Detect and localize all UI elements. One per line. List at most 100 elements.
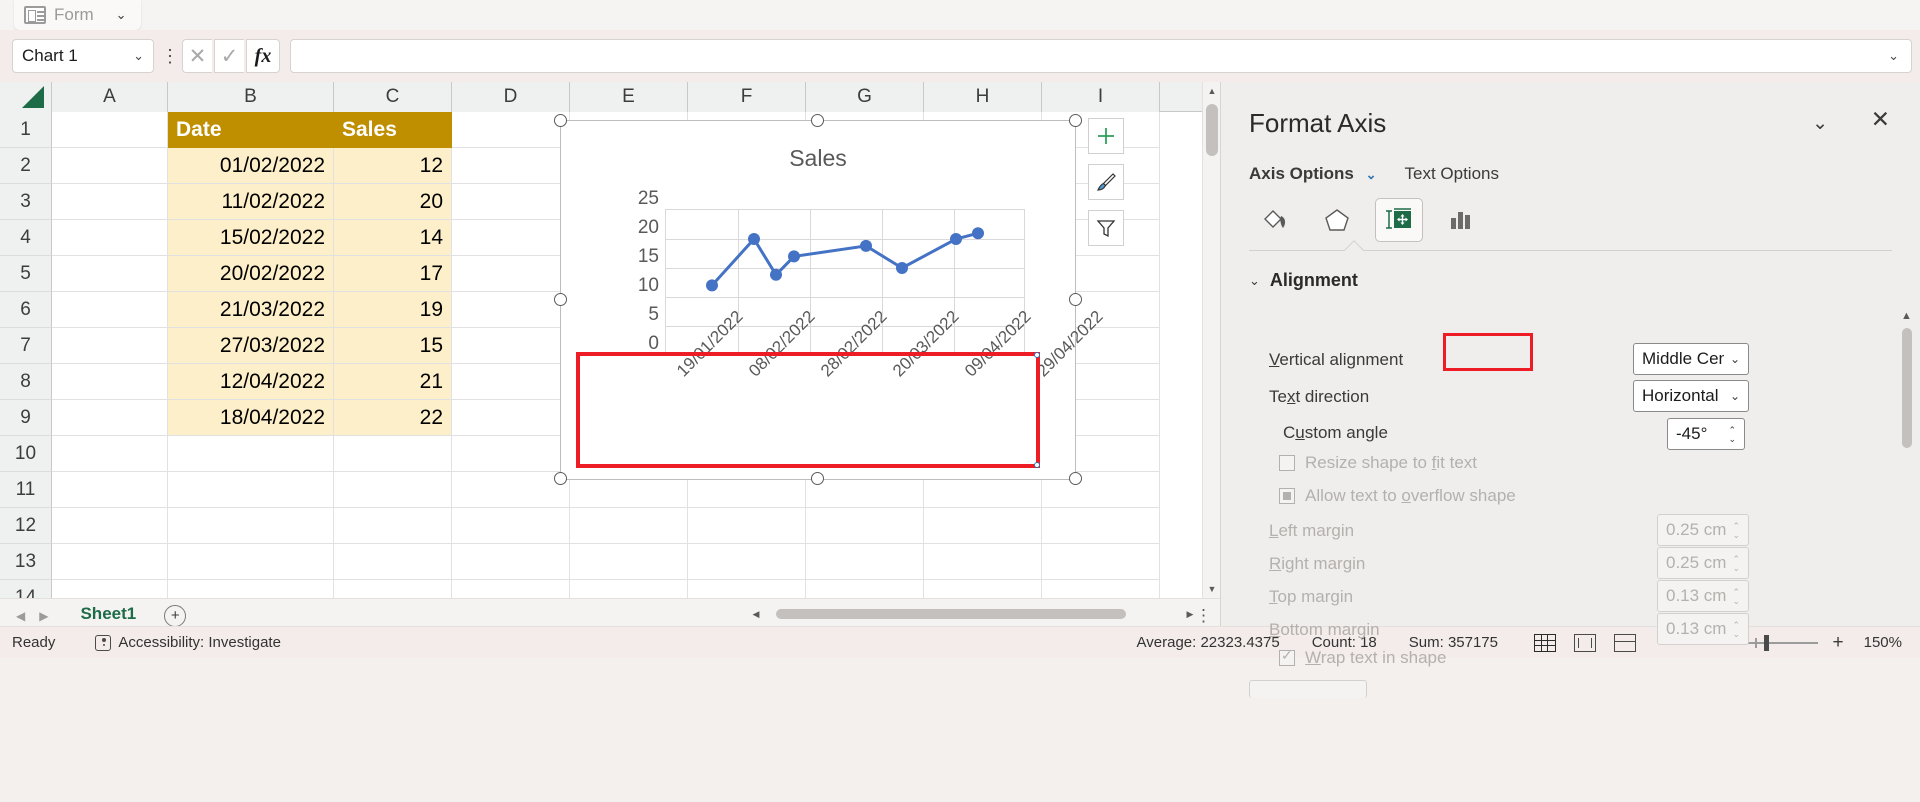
- add-sheet-button[interactable]: +: [164, 604, 187, 627]
- zoom-level-label[interactable]: 150%: [1858, 634, 1902, 651]
- chart-y-axis-labels[interactable]: 25 20 15 10 5 0: [617, 188, 659, 364]
- cell-C14[interactable]: [334, 580, 452, 598]
- cell-C11[interactable]: [334, 472, 452, 508]
- column-header-D[interactable]: D: [452, 82, 570, 112]
- formula-input[interactable]: ⌄: [290, 39, 1912, 73]
- chevron-down-icon[interactable]: ⌄: [1888, 48, 1899, 64]
- cell-G14[interactable]: [806, 580, 924, 598]
- cell-B2[interactable]: 01/02/2022: [168, 148, 334, 184]
- column-header-C[interactable]: C: [334, 82, 452, 112]
- zoom-in-button[interactable]: +: [1830, 632, 1846, 654]
- pane-inner-scrollbar[interactable]: ▲: [1900, 310, 1914, 680]
- cancel-icon[interactable]: ✕: [182, 39, 212, 73]
- column-header-I[interactable]: I: [1042, 82, 1160, 112]
- alignment-section-header[interactable]: ⌄ Alignment: [1249, 270, 1358, 291]
- cell-A1[interactable]: [52, 112, 168, 148]
- next-control-partial[interactable]: [1249, 680, 1367, 698]
- cell-B14[interactable]: [168, 580, 334, 598]
- status-accessibility[interactable]: Accessibility: Investigate: [95, 634, 281, 651]
- normal-view-icon[interactable]: [1534, 633, 1556, 652]
- custom-angle-spinner[interactable]: -45° ⌃ ⌄: [1667, 418, 1745, 450]
- cell-A6[interactable]: [52, 292, 168, 328]
- row-header-3[interactable]: 3: [0, 184, 52, 220]
- cell-D3[interactable]: [452, 184, 570, 220]
- checkbox-icon[interactable]: [1279, 455, 1295, 471]
- size-properties-icon[interactable]: [1375, 198, 1423, 242]
- cell-I12[interactable]: [1042, 508, 1160, 544]
- spinner-arrows[interactable]: ⌃ ⌄: [1728, 425, 1736, 443]
- bottom-margin-spinner[interactable]: 0.13 cm ⌃ ⌄: [1657, 613, 1749, 645]
- cell-C8[interactable]: 21: [334, 364, 452, 400]
- wrap-text-checkbox-row[interactable]: Wrap text in shape: [1279, 647, 1446, 668]
- pane-inner-scrollbar-thumb[interactable]: [1902, 328, 1912, 448]
- chart-add-element-button[interactable]: [1088, 118, 1124, 154]
- column-header-H[interactable]: H: [924, 82, 1042, 112]
- next-sheet-icon[interactable]: ▶: [39, 609, 48, 623]
- effects-pentagon-icon[interactable]: [1313, 198, 1361, 242]
- column-header-B[interactable]: B: [168, 82, 334, 112]
- chart-resize-handle-se[interactable]: [1069, 472, 1082, 485]
- cell-B12[interactable]: [168, 508, 334, 544]
- cell-H13[interactable]: [924, 544, 1042, 580]
- cell-C5[interactable]: 17: [334, 256, 452, 292]
- cell-D4[interactable]: [452, 220, 570, 256]
- cell-E12[interactable]: [570, 508, 688, 544]
- cell-B1[interactable]: Date: [168, 112, 334, 148]
- cell-C6[interactable]: 19: [334, 292, 452, 328]
- column-header-E[interactable]: E: [570, 82, 688, 112]
- spinner-arrows[interactable]: ⌃ ⌄: [1732, 587, 1740, 605]
- tab-text-options[interactable]: Text Options: [1405, 164, 1500, 184]
- cell-C3[interactable]: 20: [334, 184, 452, 220]
- scrollbar-thumb[interactable]: [1206, 104, 1218, 156]
- cell-C1[interactable]: Sales: [334, 112, 452, 148]
- cell-A3[interactable]: [52, 184, 168, 220]
- cell-F12[interactable]: [688, 508, 806, 544]
- cell-B3[interactable]: 11/02/2022: [168, 184, 334, 220]
- row-header-13[interactable]: 13: [0, 544, 52, 580]
- close-icon[interactable]: ✕: [1871, 108, 1890, 131]
- chart-resize-handle-nw[interactable]: [554, 114, 567, 127]
- scroll-left-icon[interactable]: ◀: [748, 606, 764, 622]
- vertical-alignment-select[interactable]: Middle Cen... ⌄: [1633, 343, 1749, 375]
- cell-G13[interactable]: [806, 544, 924, 580]
- cell-D10[interactable]: [452, 436, 570, 472]
- cell-D7[interactable]: [452, 328, 570, 364]
- column-header-A[interactable]: A: [52, 82, 168, 112]
- cell-A7[interactable]: [52, 328, 168, 364]
- cell-C2[interactable]: 12: [334, 148, 452, 184]
- row-header-11[interactable]: 11: [0, 472, 52, 508]
- spinner-arrows[interactable]: ⌃ ⌄: [1732, 554, 1740, 572]
- chart-resize-handle-w[interactable]: [554, 293, 567, 306]
- row-header-10[interactable]: 10: [0, 436, 52, 472]
- row-header-1[interactable]: 1: [0, 112, 52, 148]
- cell-D6[interactable]: [452, 292, 570, 328]
- text-direction-select[interactable]: Horizontal ⌄: [1633, 380, 1749, 412]
- row-header-6[interactable]: 6: [0, 292, 52, 328]
- page-layout-view-icon[interactable]: [1574, 633, 1596, 652]
- cell-B9[interactable]: 18/04/2022: [168, 400, 334, 436]
- cell-A10[interactable]: [52, 436, 168, 472]
- cell-D8[interactable]: [452, 364, 570, 400]
- chart-resize-handle-s[interactable]: [811, 472, 824, 485]
- scroll-up-icon[interactable]: ▲: [1203, 82, 1221, 100]
- hscrollbar-thumb[interactable]: [776, 609, 1126, 619]
- axis-selection-handle-tr[interactable]: [1034, 352, 1040, 358]
- cell-D11[interactable]: [452, 472, 570, 508]
- cell-B7[interactable]: 27/03/2022: [168, 328, 334, 364]
- scroll-down-icon[interactable]: ▼: [1203, 580, 1221, 598]
- column-header-F[interactable]: F: [688, 82, 806, 112]
- chart-resize-handle-ne[interactable]: [1069, 114, 1082, 127]
- zoom-slider-knob[interactable]: [1764, 634, 1769, 651]
- chevron-down-icon[interactable]: ⌄: [1249, 273, 1260, 289]
- cell-B4[interactable]: 15/02/2022: [168, 220, 334, 256]
- cell-B11[interactable]: [168, 472, 334, 508]
- cell-A5[interactable]: [52, 256, 168, 292]
- row-header-9[interactable]: 9: [0, 400, 52, 436]
- cell-D2[interactable]: [452, 148, 570, 184]
- cell-C13[interactable]: [334, 544, 452, 580]
- ribbon-tab-form[interactable]: Form ⌄: [14, 0, 141, 30]
- column-header-G[interactable]: G: [806, 82, 924, 112]
- cell-D1[interactable]: [452, 112, 570, 148]
- cell-A11[interactable]: [52, 472, 168, 508]
- select-all-corner[interactable]: [0, 82, 52, 112]
